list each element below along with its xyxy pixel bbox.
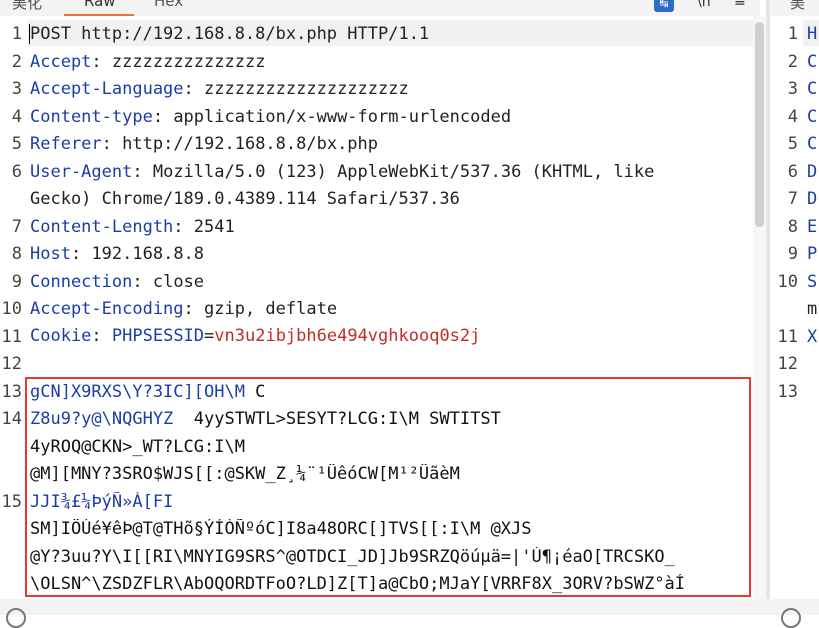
- bottom-bar: [0, 599, 819, 615]
- send-icon[interactable]: ↹: [654, 0, 674, 12]
- header-name: Accept-Language: [30, 79, 184, 99]
- response-line-text: D: [807, 161, 818, 182]
- line-number: 12: [1, 354, 22, 374]
- header-value: application/x-www-form-urlencoded: [173, 106, 512, 127]
- header-sep: :: [132, 271, 153, 292]
- response-line-number: 8: [787, 216, 798, 237]
- header-name: Accept-Encoding: [30, 299, 184, 319]
- header-sep: :: [183, 299, 205, 319]
- cookie-key: PHPSESSID: [111, 326, 205, 346]
- line-number: 6: [11, 161, 22, 182]
- cookie-eq: =: [204, 326, 215, 346]
- response-line-text: E: [807, 216, 818, 237]
- line-number: 2: [11, 51, 22, 72]
- response-line-number: 4: [787, 106, 798, 127]
- tab-raw[interactable]: Raw: [84, 0, 116, 10]
- line-number: 3: [11, 79, 22, 99]
- header-line: Accept: zzzzzzzzzzzzzzz: [30, 52, 265, 72]
- response-line-text: X: [807, 326, 818, 347]
- cookie-sep: :: [91, 326, 112, 346]
- header-name: Accept: [30, 51, 92, 72]
- header-line: Host: 192.168.8.8: [30, 244, 204, 264]
- cookie-name: Cookie: [30, 326, 92, 346]
- newline-icon[interactable]: \n: [697, 0, 711, 10]
- header-value: http://192.168.8.8/bx.php: [122, 134, 379, 154]
- request-scroll-thumb[interactable]: [755, 22, 764, 227]
- header-line: Gecko) Chrome/189.0.4389.114 Safari/537.…: [30, 189, 460, 209]
- header-line: Content-Length: 2541: [30, 217, 235, 237]
- header-value: close: [152, 271, 205, 292]
- response-line-text: m: [807, 299, 818, 319]
- response-line-text: P: [807, 244, 818, 264]
- request-line: POST http://192.168.8.8/bx.php HTTP/1.1: [30, 24, 430, 44]
- cookie-value: vn3u2ibjbh6e494vghkooq0s2j: [214, 326, 481, 346]
- header-line: Connection: close: [30, 272, 204, 292]
- line-number: 10: [1, 299, 22, 319]
- response-line-number: 5: [787, 134, 798, 154]
- menu-icon[interactable]: ≡: [734, 0, 746, 10]
- header-sep: :: [101, 134, 123, 154]
- cookie-header: Cookie: PHPSESSID=vn3u2ibjbh6e494vghkooq…: [30, 326, 480, 346]
- response-line-number: 1: [787, 24, 798, 44]
- header-line: Content-type: application/x-www-form-url…: [30, 107, 511, 127]
- response-line-text: S: [807, 271, 818, 292]
- response-line-number: 9: [787, 244, 798, 264]
- response-line-number: 6: [787, 161, 798, 182]
- header-name: Content-Length: [30, 216, 174, 237]
- response-tab-pretty[interactable]: 美化: [790, 0, 819, 16]
- header-line: Accept-Encoding: gzip, deflate: [30, 299, 337, 319]
- response-line-text: C: [807, 106, 818, 127]
- highlight-box: [25, 377, 751, 597]
- line-number: 15: [1, 491, 22, 512]
- header-line: Referer: http://192.168.8.8/bx.php: [30, 134, 378, 154]
- response-line-number: 12: [777, 354, 798, 374]
- header-value: 2541: [193, 216, 235, 237]
- header-value: zzzzzzzzzzzzzzzzzzzz: [204, 79, 409, 99]
- header-line: User-Agent: Mozilla/5.0 (123) AppleWebKi…: [30, 162, 654, 182]
- header-sep: :: [132, 161, 153, 182]
- line-number: 7: [11, 216, 22, 237]
- header-line: Accept-Language: zzzzzzzzzzzzzzzzzzzz: [30, 79, 409, 99]
- header-sep: :: [173, 216, 194, 237]
- header-name: Referer: [30, 134, 102, 154]
- response-line-number: 7: [787, 189, 798, 209]
- header-value: zzzzzzzzzzzzzzz: [111, 51, 266, 72]
- response-line-text: C: [807, 51, 818, 72]
- header-value: gzip, deflate: [204, 299, 338, 319]
- header-sep: :: [70, 244, 92, 264]
- response-line-number: 13: [777, 381, 798, 402]
- tab-hex[interactable]: Hex: [154, 0, 183, 10]
- request-tab-bar: 美化 Raw Hex ↹ \n ≡: [0, 0, 760, 16]
- response-line-number: 2: [787, 51, 798, 72]
- header-sep: :: [152, 106, 174, 127]
- response-line-text: C: [807, 134, 818, 154]
- header-value: 192.168.8.8: [91, 244, 205, 264]
- response-tab-bar: 美化: [770, 0, 819, 16]
- line-number: 4: [11, 106, 22, 127]
- response-line-number: 11: [777, 326, 798, 347]
- response-line-number: 10: [777, 271, 798, 292]
- response-line-text: C: [807, 79, 818, 99]
- tab-pretty[interactable]: 美化: [12, 0, 42, 13]
- line-number: 11: [1, 326, 22, 347]
- line-number: 14: [1, 409, 22, 429]
- header-name: Content-type: [30, 106, 153, 127]
- response-help-icon[interactable]: [781, 608, 801, 628]
- line-number: 5: [11, 134, 22, 154]
- response-line-text: H: [807, 24, 818, 44]
- header-name: Host: [30, 244, 71, 264]
- response-line-text: D: [807, 189, 818, 209]
- response-line-number: 3: [787, 79, 798, 99]
- line-number: 1: [11, 24, 22, 44]
- header-value: Mozilla/5.0 (123) AppleWebKit/537.36 (KH…: [152, 161, 655, 182]
- line-number: 8: [11, 244, 22, 264]
- help-icon[interactable]: [6, 608, 26, 628]
- line-number: 13: [1, 381, 22, 402]
- header-name: Connection: [30, 271, 133, 292]
- header-name: User-Agent: [30, 161, 133, 182]
- header-value: Gecko) Chrome/189.0.4389.114 Safari/537.…: [30, 189, 460, 209]
- header-sep: :: [183, 79, 205, 99]
- line-number: 9: [11, 271, 22, 292]
- header-sep: :: [91, 51, 112, 72]
